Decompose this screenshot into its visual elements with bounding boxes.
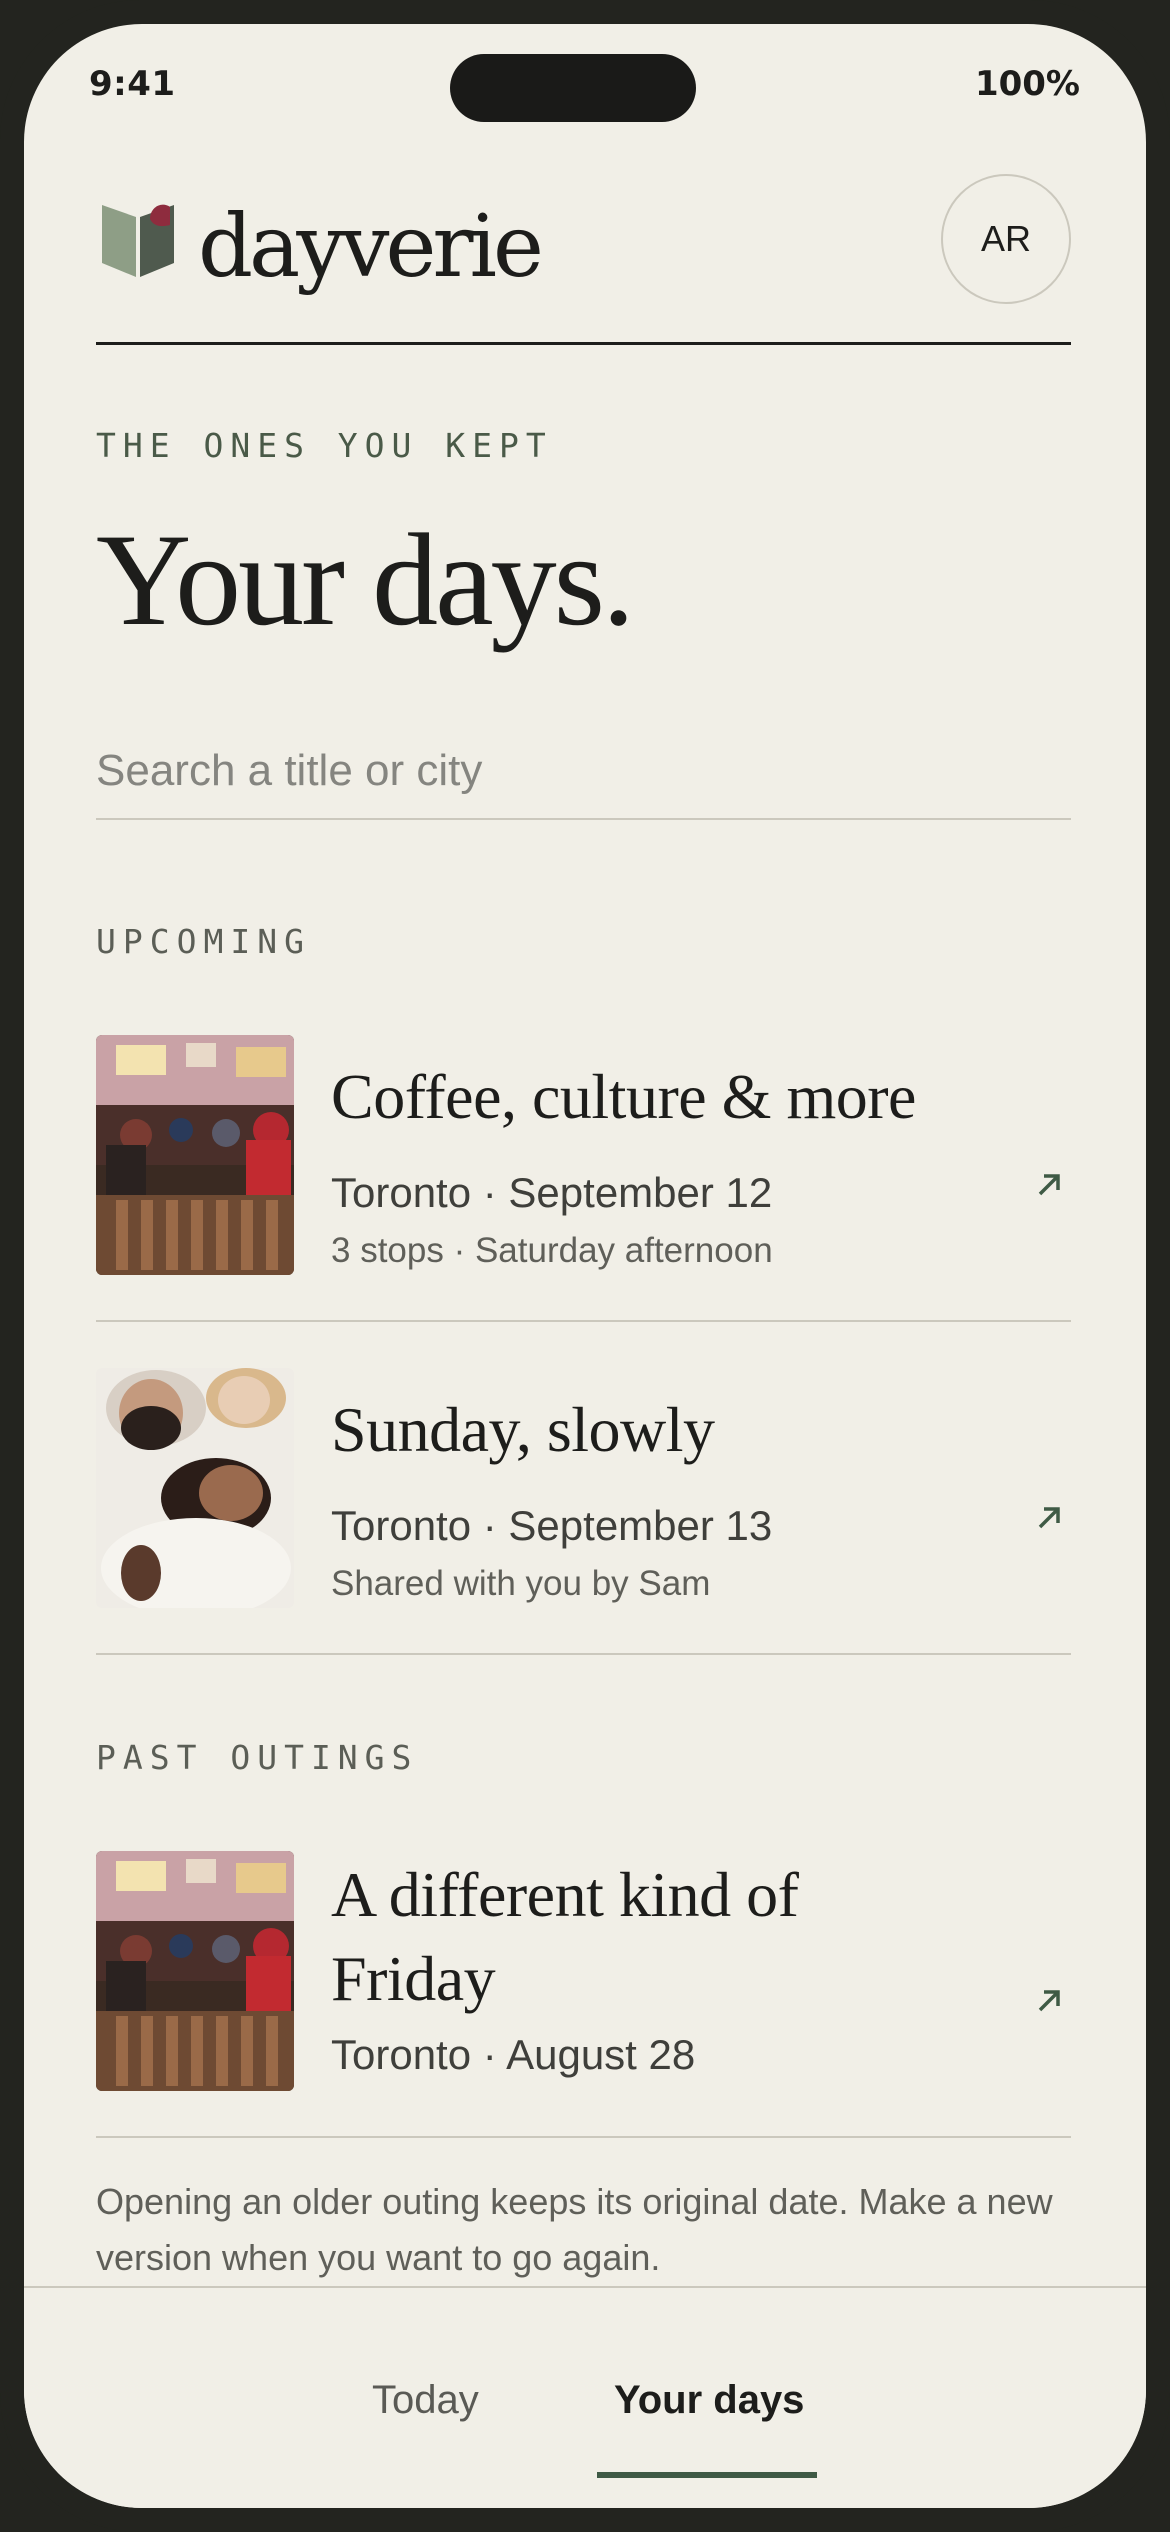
friends-photo	[96, 1368, 294, 1608]
list-divider	[96, 1320, 1071, 1322]
arrow-up-right-icon	[1038, 1507, 1060, 1529]
dynamic-island	[450, 54, 696, 122]
hero-eyebrow: THE ONES YOU KEPT	[96, 426, 553, 465]
tab-your-days[interactable]: Your days	[614, 2378, 804, 2423]
tab-today[interactable]: Today	[372, 2378, 479, 2423]
card-title: Coffee, culture & more	[331, 1061, 916, 1132]
outing-card[interactable]: A different kind of Friday Toronto · Aug…	[96, 1851, 1071, 2091]
upcoming-label: UPCOMING	[96, 922, 311, 961]
card-subtitle: 3 stops · Saturday afternoon	[331, 1231, 773, 1270]
header-divider	[96, 342, 1071, 345]
outing-card[interactable]: Coffee, culture & more Toronto · Septemb…	[96, 1035, 1071, 1275]
brand-wordmark: dayverie	[198, 197, 544, 297]
device-frame: 9:41 100% dayverie AR THE ONES YOU KEPT …	[0, 0, 1170, 2532]
card-title: A different kind of Friday	[331, 1859, 799, 2014]
status-time: 9:41	[89, 64, 176, 104]
list-divider	[96, 2136, 1071, 2138]
card-meta: Toronto · September 12	[331, 1169, 773, 1216]
status-battery: 100%	[974, 64, 1080, 104]
page-title: Your days.	[96, 506, 635, 653]
card-subtitle: Shared with you by Sam	[331, 1564, 711, 1603]
cafe-photo	[96, 1851, 294, 2091]
card-meta: Toronto · September 13	[331, 1502, 773, 1549]
card-title: Sunday, slowly	[331, 1394, 715, 1465]
cafe-photo	[96, 1035, 294, 1275]
app-screen: 9:41 100% dayverie AR THE ONES YOU KEPT …	[24, 24, 1146, 2508]
arrow-up-right-icon	[1038, 1174, 1060, 1196]
search-input[interactable]	[96, 724, 1071, 820]
active-tab-indicator	[597, 2472, 817, 2478]
list-divider	[96, 1653, 1071, 1655]
past-outings-label: PAST OUTINGS	[96, 1738, 419, 1777]
arrow-up-right-icon	[1038, 1990, 1060, 2012]
book-logo-icon	[102, 204, 174, 277]
footnote: Opening an older outing keeps its origin…	[96, 2181, 1053, 2278]
outing-card[interactable]: Sunday, slowly Toronto · September 13 Sh…	[96, 1368, 1071, 1608]
tab-bar: Today Your days	[24, 2286, 1146, 2508]
card-meta: Toronto · August 28	[331, 2031, 696, 2078]
avatar[interactable]: AR	[941, 174, 1071, 304]
